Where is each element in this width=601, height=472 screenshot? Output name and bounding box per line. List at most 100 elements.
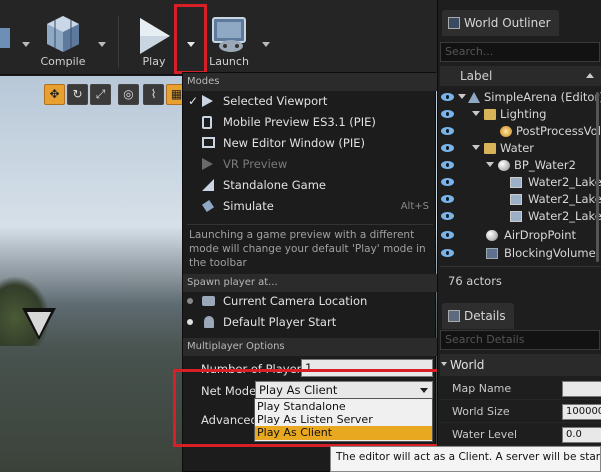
details-title: Details <box>464 309 506 323</box>
modes-section-header: Modes <box>183 73 437 91</box>
world-outliner-icon <box>448 17 460 29</box>
menu-item-mobile-preview[interactable]: Mobile Preview ES3.1 (PIE) <box>183 112 435 133</box>
property-label: World Size <box>452 405 510 418</box>
player-start-icon <box>202 316 216 329</box>
visibility-eye-icon[interactable] <box>441 212 454 220</box>
mobile-preview-icon <box>202 116 216 129</box>
select-mode-icon[interactable]: ✥ <box>44 84 65 105</box>
map-name-field[interactable] <box>562 381 601 397</box>
highlight-box-net-mode <box>173 369 443 447</box>
visibility-eye-icon[interactable] <box>441 93 454 101</box>
outliner-item-label: PostProcessVolu <box>516 124 601 138</box>
outliner-row[interactable]: BlockingVolume <box>438 245 601 262</box>
checkmark-icon: ✓ <box>188 94 199 108</box>
label-column: Label <box>460 69 493 83</box>
toolbar-button-partial[interactable] <box>0 14 20 70</box>
menu-item-label: Mobile Preview ES3.1 (PIE) <box>223 115 376 129</box>
rotate-mode-icon[interactable]: ↻ <box>67 84 88 105</box>
expand-arrow-icon[interactable] <box>472 111 480 116</box>
visibility-eye-icon[interactable] <box>441 249 454 257</box>
property-label: Map Name <box>452 382 512 395</box>
blocking-volume-icon <box>486 248 498 259</box>
visibility-eye-icon[interactable] <box>441 144 454 152</box>
outliner-row[interactable]: Water2_Lake1_ <box>438 174 601 191</box>
outliner-search-input[interactable]: Search... <box>440 42 600 62</box>
outliner-scrollbar[interactable] <box>596 92 599 262</box>
toolbar-divider <box>118 16 119 68</box>
outliner-row[interactable]: Water <box>438 140 601 157</box>
menu-item-label: Current Camera Location <box>223 294 368 308</box>
world-outliner-tab[interactable]: World Outliner <box>442 10 559 36</box>
mesh-icon <box>510 211 522 222</box>
outliner-item-label: BP_Water2 <box>514 158 576 172</box>
water-level-field[interactable]: 0.0 <box>562 427 601 443</box>
outliner-item-label: Water2_Lake1_ <box>528 209 601 223</box>
world-outliner-title: World Outliner <box>464 16 551 30</box>
launch-label: Launch <box>209 55 249 68</box>
visibility-eye-icon[interactable] <box>441 195 454 203</box>
camera-icon <box>202 295 216 308</box>
compile-dropdown-arrow[interactable] <box>98 42 106 47</box>
details-tab[interactable]: Details <box>442 303 514 329</box>
outliner-row[interactable]: AirDropPoint <box>438 227 601 244</box>
menu-item-vr-preview: VR Preview <box>183 154 435 175</box>
compile-icon <box>47 16 79 52</box>
launch-button[interactable]: Launch <box>202 14 256 70</box>
world-size-field[interactable]: 100000,0 <box>562 404 601 420</box>
world-space-icon[interactable]: ◎ <box>118 84 139 105</box>
outliner-item-label: AirDropPoint <box>504 228 577 242</box>
surface-snap-icon[interactable]: ⌇ <box>143 84 164 105</box>
details-search-input[interactable]: Search Details <box>440 330 600 350</box>
expand-arrow-icon[interactable] <box>472 145 480 150</box>
radio-button[interactable] <box>187 298 193 304</box>
details-icon <box>448 310 460 322</box>
actor-count: 76 actors <box>448 274 502 288</box>
sphere-icon <box>486 230 498 241</box>
outliner-row[interactable]: PostProcessVolu <box>438 123 601 140</box>
expand-arrow-icon[interactable] <box>458 94 466 99</box>
outliner-column-header[interactable]: Label <box>440 66 601 86</box>
folder-icon <box>484 143 496 154</box>
spawn-option-camera-location[interactable]: Current Camera Location <box>183 291 435 312</box>
expand-arrow-icon[interactable] <box>486 162 494 167</box>
folder-icon <box>484 109 496 120</box>
play-icon <box>202 95 216 108</box>
scale-mode-icon[interactable]: ⤢ <box>90 84 111 105</box>
compile-button[interactable]: Compile <box>35 14 91 70</box>
details-search-placeholder: Search Details <box>445 333 525 346</box>
menu-item-standalone-game[interactable]: Standalone Game <box>183 175 435 196</box>
outliner-search-placeholder: Search... <box>445 45 494 58</box>
world-section-header[interactable]: World <box>440 354 601 376</box>
visibility-eye-icon[interactable] <box>441 110 454 118</box>
visibility-eye-icon[interactable] <box>441 231 454 239</box>
outliner-row[interactable]: Water2_Lake1_ <box>438 208 601 225</box>
launch-dropdown-arrow[interactable] <box>262 42 270 47</box>
world-outliner-panel: World Outliner Search... Label SimpleAre… <box>437 0 601 300</box>
toolbar-dropdown-arrow[interactable] <box>22 42 30 47</box>
simulate-shortcut: Alt+S <box>400 201 429 212</box>
radio-button-selected[interactable] <box>187 319 193 325</box>
outliner-row[interactable]: Lighting <box>438 106 601 123</box>
menu-item-new-editor-window[interactable]: New Editor Window (PIE) <box>183 133 435 154</box>
outliner-item-label: Water2_Lake1_ <box>528 175 601 189</box>
menu-item-label: Simulate <box>223 199 274 213</box>
visibility-eye-icon[interactable] <box>441 127 454 135</box>
visibility-eye-icon[interactable] <box>441 161 454 169</box>
details-row-map-name: Map Name <box>440 378 601 400</box>
mesh-icon <box>510 194 522 205</box>
menu-item-selected-viewport[interactable]: ✓ Selected Viewport <box>183 91 435 112</box>
highlight-box-play-options <box>174 4 207 74</box>
expand-arrow-icon <box>441 362 447 366</box>
sphere-icon <box>498 160 510 171</box>
spawn-option-player-start[interactable]: Default Player Start <box>183 312 435 333</box>
outliner-row[interactable]: SimpleArena (Editor) <box>438 89 601 106</box>
map-icon <box>468 92 480 103</box>
menu-item-simulate[interactable]: Simulate Alt+S <box>183 196 435 217</box>
visibility-eye-icon[interactable] <box>441 178 454 186</box>
simulate-icon <box>202 200 216 213</box>
menu-item-label: Standalone Game <box>223 178 326 192</box>
outliner-row[interactable]: Water2_Lake1_ <box>438 191 601 208</box>
menu-item-label: VR Preview <box>223 157 288 171</box>
outliner-row[interactable]: BP_Water2 <box>438 157 601 174</box>
menu-item-label: Default Player Start <box>223 315 337 329</box>
